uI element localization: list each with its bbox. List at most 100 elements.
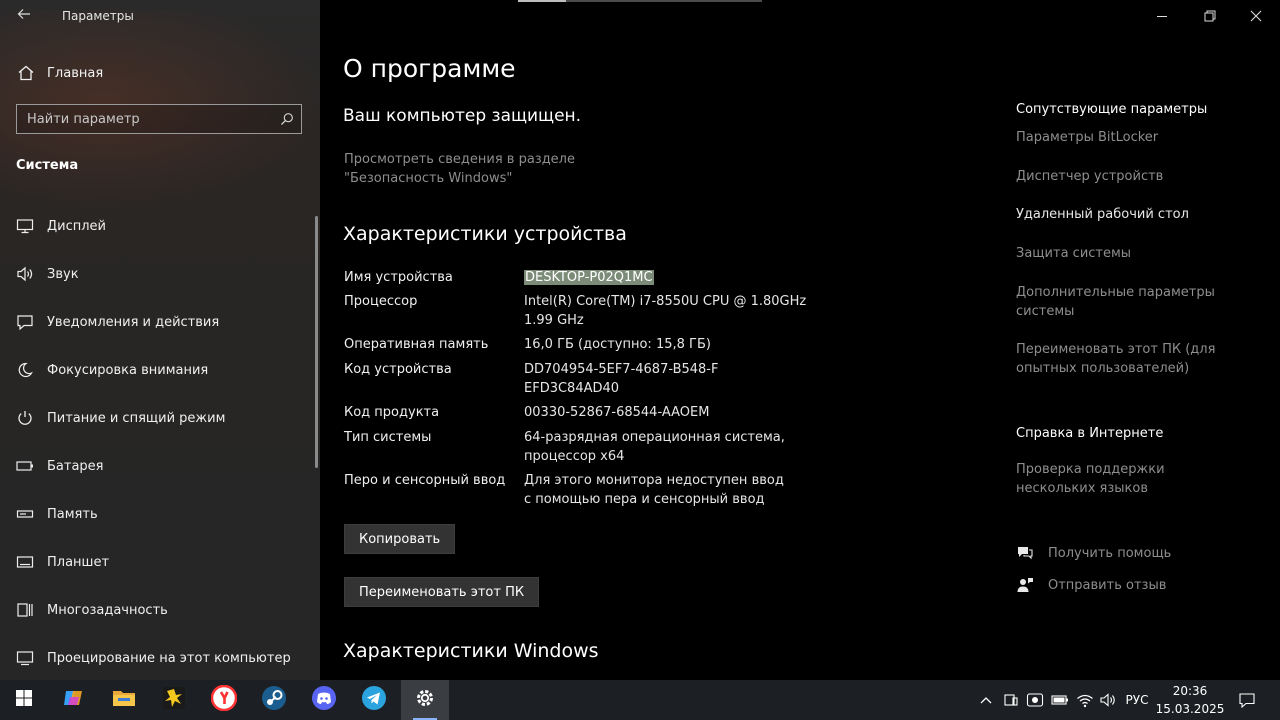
sidebar: Параметры Главная Система Дисплей Звук [0, 0, 320, 680]
sidebar-item-storage[interactable]: Память [0, 490, 316, 538]
storage-icon [16, 505, 34, 523]
system-protection-link[interactable]: Защита системы [1016, 244, 1246, 263]
taskbar-discord[interactable] [300, 680, 348, 720]
spec-value: Intel(R) Core(TM) i7-8550U CPU @ 1.80GHz… [524, 294, 807, 328]
home-link[interactable]: Главная [16, 62, 103, 84]
spec-value: 16,0 ГБ (доступно: 15,8 ГБ) [524, 337, 711, 352]
input-language-indicator[interactable]: РУС [1122, 680, 1152, 720]
taskbar-clock[interactable]: 20:36 15.03.2025 [1150, 682, 1230, 718]
sidebar-item-label: Фокусировка внимания [47, 362, 209, 378]
section-title-system: Система [16, 158, 79, 173]
folder-icon [112, 688, 136, 712]
wifi-icon[interactable] [1074, 680, 1096, 720]
device-specs-heading: Характеристики устройства [343, 223, 627, 245]
windows-logo-icon [15, 689, 33, 711]
device-name-value[interactable]: DESKTOP-P02Q1MC [524, 270, 654, 285]
sidebar-item-sound[interactable]: Звук [0, 250, 316, 298]
remote-desktop-link[interactable]: Удаленный рабочий стол [1016, 205, 1246, 224]
taskbar-settings[interactable] [401, 680, 449, 720]
taskbar-steam[interactable] [250, 680, 298, 720]
sidebar-item-power[interactable]: Питание и спящий режим [0, 394, 316, 442]
taskbar-telegram[interactable] [350, 680, 398, 720]
multilang-support-link[interactable]: Проверка поддержки нескольких языков [1016, 460, 1246, 498]
sidebar-item-label: Питание и спящий режим [47, 410, 226, 426]
taskbar-file-explorer[interactable] [100, 680, 148, 720]
clock-time: 20:36 [1172, 684, 1208, 698]
sidebar-item-label: Память [47, 506, 98, 522]
notifications-icon[interactable] [1236, 680, 1258, 720]
close-icon[interactable] [1244, 4, 1268, 28]
spec-label: Процессор [344, 294, 418, 309]
main-content: О программе Ваш компьютер защищен. Просм… [320, 0, 1280, 680]
taskbar-media-player[interactable] [150, 680, 198, 720]
minimize-icon[interactable] [1150, 4, 1174, 28]
sidebar-item-battery[interactable]: Батарея [0, 442, 316, 490]
sidebar-item-label: Звук [47, 266, 79, 282]
search-box[interactable] [16, 104, 302, 134]
windows-specs-heading: Характеристики Windows [343, 640, 599, 662]
volume-icon[interactable] [1097, 680, 1119, 720]
taskbar-yandex-browser[interactable] [200, 680, 248, 720]
spec-value: 00330-52867-68544-AAOEM [524, 405, 710, 420]
battery-icon [16, 457, 34, 475]
copy-button[interactable]: Копировать [344, 524, 456, 554]
get-help-label: Получить помощь [1048, 545, 1172, 561]
sidebar-item-focus-assist[interactable]: Фокусировка внимания [0, 346, 316, 394]
phone-link-icon[interactable] [1001, 680, 1021, 720]
sidebar-item-label: Батарея [47, 458, 104, 474]
search-input[interactable] [17, 110, 273, 128]
taskbar-copilot[interactable] [50, 680, 98, 720]
feedback-label: Отправить отзыв [1048, 577, 1167, 593]
language-label: РУС [1125, 693, 1149, 707]
rename-pc-advanced-link[interactable]: Переименовать этот ПК (для опытных польз… [1016, 340, 1226, 378]
speaker-icon [16, 265, 34, 283]
page-title: О программе [343, 54, 516, 83]
battery-status-icon[interactable] [1049, 680, 1071, 720]
web-help-heading: Справка в Интернете [1016, 426, 1164, 441]
moon-icon [16, 361, 34, 379]
feedback-person-icon [1016, 576, 1034, 594]
sidebar-item-tablet[interactable]: Планшет [0, 538, 316, 586]
spec-label: Код устройства [344, 362, 452, 377]
sidebar-item-notifications[interactable]: Уведомления и действия [0, 298, 316, 346]
sidebar-item-multitasking[interactable]: Многозадачность [0, 586, 316, 634]
spec-label: Перо и сенсорный ввод [344, 473, 506, 488]
spec-label: Оперативная память [344, 337, 489, 352]
message-icon [16, 313, 34, 331]
multitask-icon [16, 601, 34, 619]
window-drag-indicator [518, 0, 762, 2]
restore-icon[interactable] [1198, 4, 1222, 28]
protection-status-text: Ваш компьютер защищен. [343, 106, 582, 126]
spec-label: Имя устройства [344, 270, 453, 285]
bitlocker-link[interactable]: Параметры BitLocker [1016, 128, 1246, 147]
spec-label: Тип системы [344, 430, 432, 445]
chevron-up-icon[interactable] [976, 680, 996, 720]
feedback-link[interactable]: Отправить отзыв [1016, 576, 1166, 594]
sidebar-item-label: Уведомления и действия [47, 314, 220, 330]
sidebar-item-label: Дисплей [47, 218, 107, 234]
back-arrow-icon[interactable] [14, 6, 34, 26]
sidebar-item-projecting[interactable]: Проецирование на этот компьютер [0, 634, 316, 682]
get-help-link[interactable]: Получить помощь [1016, 544, 1171, 562]
advanced-system-settings-link[interactable]: Дополнительные параметры системы [1016, 283, 1226, 321]
app-title: Параметры [62, 9, 134, 23]
spec-value: Для этого монитора недоступен ввод с пом… [524, 473, 784, 507]
sidebar-item-display[interactable]: Дисплей [0, 202, 316, 250]
spec-value: DD704954-5EF7-4687-B548-FEFD3C84AD40 [524, 362, 719, 396]
media-player-icon [162, 686, 186, 714]
telegram-icon [361, 685, 387, 715]
yandex-browser-icon [210, 684, 238, 715]
related-settings-heading: Сопутствующие параметры [1016, 102, 1208, 117]
search-icon[interactable] [273, 112, 301, 126]
capture-app-icon[interactable] [1024, 680, 1046, 720]
tablet-icon [16, 553, 34, 571]
spec-value: 64-разрядная операционная система, проце… [524, 430, 785, 464]
monitor-icon [16, 217, 34, 235]
device-manager-link[interactable]: Диспетчер устройств [1016, 167, 1246, 186]
copilot-icon [62, 687, 86, 713]
rename-pc-button[interactable]: Переименовать этот ПК [344, 577, 540, 607]
start-button[interactable] [0, 680, 48, 720]
windows-security-link[interactable]: Просмотреть сведения в разделе "Безопасн… [344, 150, 674, 188]
chat-help-icon [1016, 544, 1034, 562]
sidebar-scrollbar[interactable] [315, 216, 318, 468]
